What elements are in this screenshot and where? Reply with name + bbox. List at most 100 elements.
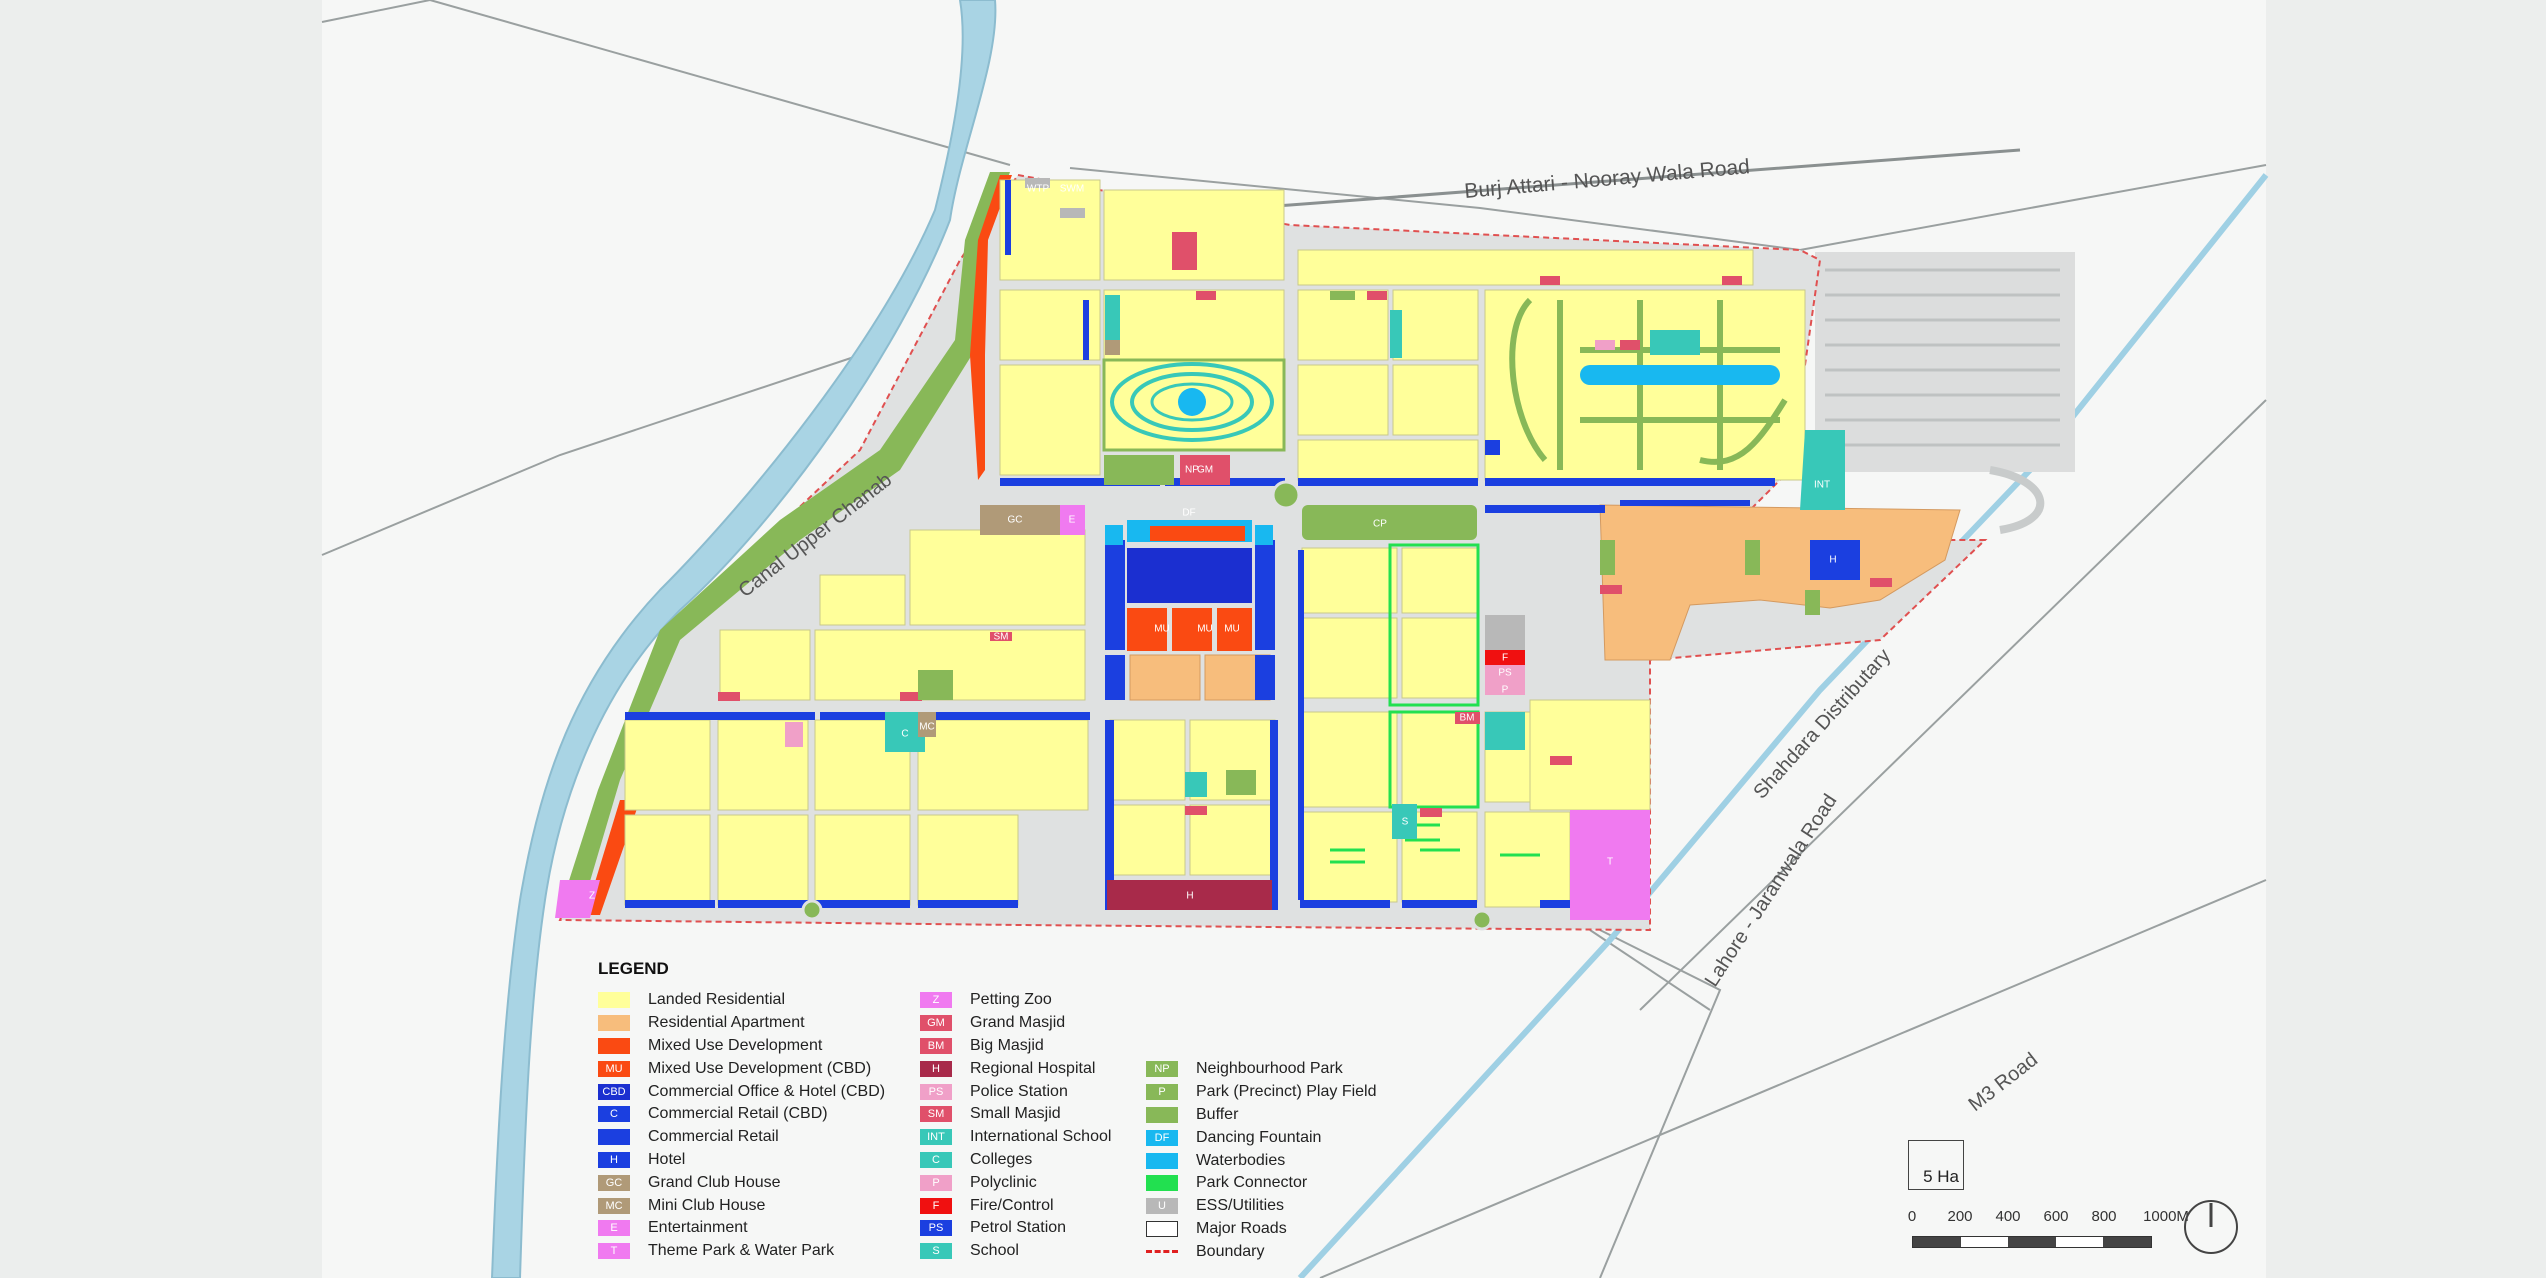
legend-label: Commercial Retail (CBD): [648, 1105, 828, 1123]
legend-swatch: [1146, 1250, 1178, 1254]
gc-label: GC: [1008, 515, 1023, 526]
legend-item: MU Mixed Use Development (CBD): [598, 1057, 885, 1080]
hospital-label: H: [1186, 891, 1193, 902]
legend-item: F Fire/Control: [920, 1194, 1111, 1217]
legend-label: Entertainment: [648, 1219, 748, 1237]
legend-swatch: [1146, 1175, 1178, 1192]
legend-item: PS Petrol Station: [920, 1217, 1111, 1240]
legend-label: Neighbourhood Park: [1196, 1060, 1343, 1078]
legend-swatch: GM: [920, 1015, 952, 1032]
scale-bar-block: 5 Ha 0 200 400 600 800 1000M: [1907, 1140, 2189, 1260]
legend-swatch: PS: [920, 1083, 952, 1100]
legend-label: Small Masjid: [970, 1105, 1061, 1123]
fire-label: F: [1502, 653, 1508, 664]
legend-label: Commercial Office & Hotel (CBD): [648, 1082, 886, 1100]
cbd-core: [1105, 520, 1273, 651]
legend-swatch: [598, 992, 630, 1009]
scale-tick-label: 0: [1907, 1208, 1917, 1225]
legend-swatch: MC: [598, 1197, 630, 1214]
international-school: [1800, 430, 1845, 510]
legend-label: International School: [970, 1128, 1112, 1146]
legend-item: Boundary: [1146, 1240, 1377, 1263]
legend-item: Waterbodies: [1146, 1149, 1377, 1172]
legend-item: H Regional Hospital: [920, 1057, 1111, 1080]
legend-label: Polyclinic: [970, 1173, 1037, 1191]
legend-label: Petrol Station: [970, 1219, 1067, 1237]
legend-label: Mixed Use Development (CBD): [648, 1059, 872, 1077]
legend-swatch: PS: [920, 1220, 952, 1237]
legend-item: Residential Apartment: [598, 1012, 885, 1035]
scale-tick-label: 400: [1995, 1208, 2021, 1225]
c-label: C: [901, 729, 908, 740]
legend-swatch: SM: [920, 1106, 952, 1123]
legend-label: Residential Apartment: [648, 1014, 805, 1032]
legend-swatch: S: [920, 1243, 952, 1260]
settlement-area: [1815, 252, 2075, 472]
cbd-office-block: [1127, 548, 1252, 603]
legend-label: Petting Zoo: [970, 991, 1052, 1009]
legend-swatch: [1146, 1220, 1178, 1237]
legend-label: Police Station: [970, 1082, 1068, 1100]
legend-item: H Hotel: [598, 1149, 885, 1172]
scale-tick-label: 200: [1947, 1208, 1973, 1225]
legend-swatch: NP: [1146, 1061, 1178, 1078]
legend-item: Park Connector: [1146, 1172, 1377, 1195]
area-scale-label: 5 Ha: [1923, 1167, 1959, 1186]
scale-ticks: 0 200 400 600 800 1000M: [1907, 1208, 2189, 1228]
legend-item: P Park (Precinct) Play Field: [1146, 1081, 1377, 1104]
legend-item: T Theme Park & Water Park: [598, 1240, 885, 1263]
legend-item: Z Petting Zoo: [920, 989, 1111, 1012]
legend-label: School: [970, 1242, 1019, 1260]
legend-swatch: H: [598, 1151, 630, 1168]
legend-item: SM Small Masjid: [920, 1103, 1111, 1126]
legend-label: Big Masjid: [970, 1036, 1044, 1054]
legend-swatch: P: [920, 1174, 952, 1191]
legend-swatch: U: [1146, 1198, 1178, 1215]
legend-swatch: F: [920, 1197, 952, 1214]
mu-label-1: MU: [1154, 624, 1170, 635]
legend-item: INT International School: [920, 1126, 1111, 1149]
scale-tick-label: 600: [2043, 1208, 2069, 1225]
legend: LEGEND Landed Residential Residential Apa…: [598, 955, 1418, 1275]
legend-label: Fire/Control: [970, 1196, 1054, 1214]
legend-label: Theme Park & Water Park: [648, 1242, 835, 1260]
legend-swatch: GC: [598, 1174, 630, 1191]
legend-label: Mini Club House: [648, 1196, 766, 1214]
legend-swatch: [598, 1015, 630, 1032]
legend-item: Major Roads: [1146, 1218, 1377, 1241]
legend-item: PS Police Station: [920, 1080, 1111, 1103]
legend-label: Boundary: [1196, 1242, 1265, 1260]
bm-label: BM: [1460, 713, 1475, 724]
legend-swatch: T: [598, 1243, 630, 1260]
legend-item: S School: [920, 1240, 1111, 1263]
legend-label: Park (Precinct) Play Field: [1196, 1083, 1377, 1101]
mu-label-2: MU: [1197, 624, 1213, 635]
scale-bar: [1912, 1236, 2152, 1248]
waterbody: [1580, 365, 1780, 385]
legend-column-1: Landed Residential Residential Apartment M…: [598, 989, 885, 1263]
legend-item: NP Neighbourhood Park: [1146, 1058, 1377, 1081]
np-park: [1104, 455, 1174, 485]
legend-swatch: INT: [920, 1129, 952, 1146]
cp-park: [1302, 505, 1477, 540]
scale-tick-label: 800: [2091, 1208, 2117, 1225]
legend-column-3: NP Neighbourhood Park P Park (Precinct) Pla…: [1146, 1058, 1377, 1263]
cp-label: CP: [1373, 519, 1387, 530]
hotel-label: H: [1829, 555, 1836, 566]
legend-swatch: P: [1146, 1084, 1178, 1101]
wtp-label: WTP: [1027, 184, 1050, 195]
master-plan-map-view: NP GM DF MU MU MU GC E CP H H INT T Z F …: [0, 0, 2546, 1278]
legend-label: Dancing Fountain: [1196, 1128, 1322, 1146]
legend-swatch: DF: [1146, 1129, 1178, 1146]
legend-item: E Entertainment: [598, 1217, 885, 1240]
legend-label: Mixed Use Development: [648, 1036, 823, 1054]
ps-label: PS: [1498, 668, 1512, 679]
legend-label: Hotel: [648, 1150, 686, 1168]
df-label: DF: [1182, 508, 1195, 519]
legend-swatch: C: [920, 1151, 952, 1168]
legend-label: Waterbodies: [1196, 1151, 1286, 1169]
legend-item: CBD Commercial Office & Hotel (CBD): [598, 1080, 885, 1103]
legend-item: BM Big Masjid: [920, 1035, 1111, 1058]
mixed-use-cbd-strip: [1150, 526, 1245, 541]
s-label: S: [1402, 817, 1409, 828]
